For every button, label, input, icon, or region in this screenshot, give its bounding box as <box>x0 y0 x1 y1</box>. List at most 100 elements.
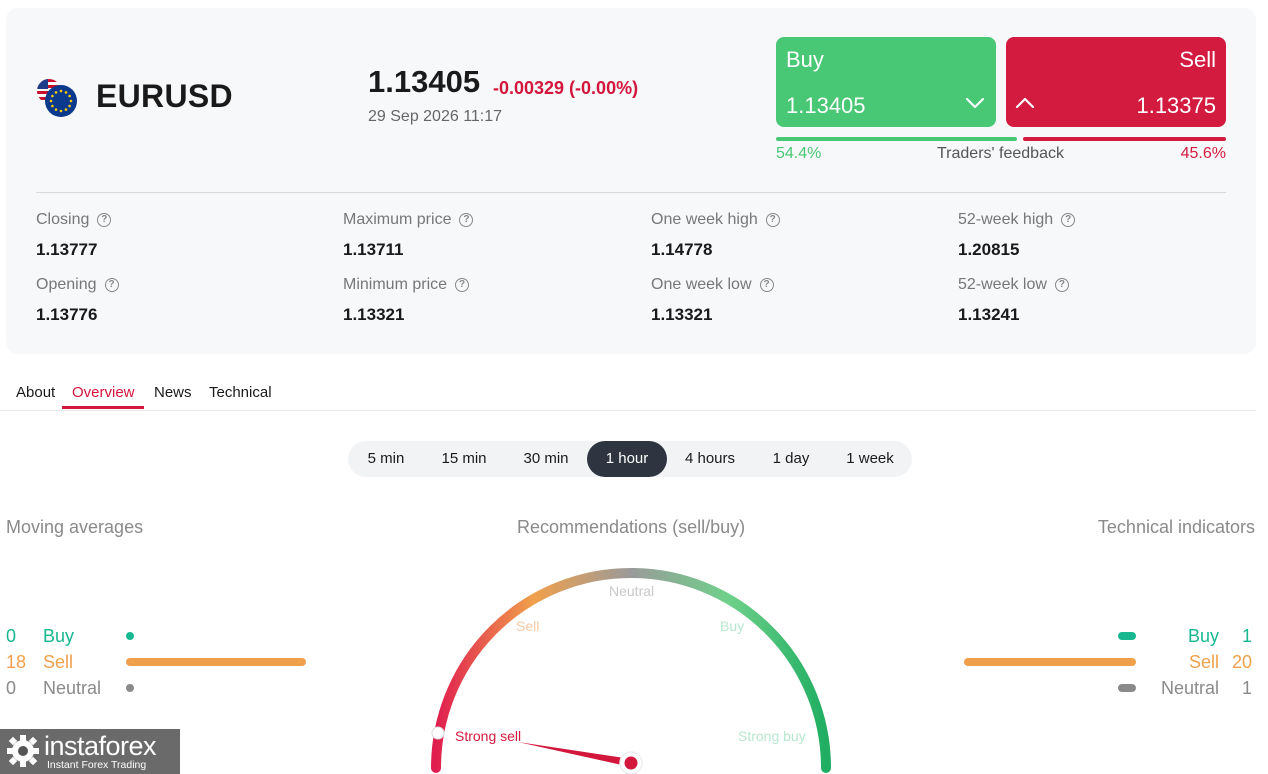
stat-label: Minimum price <box>343 276 448 293</box>
tab-overview[interactable]: Overview <box>72 384 135 401</box>
watermark-tagline: Instant Forex Trading <box>47 759 147 771</box>
technical-indicators-bars <box>964 632 1136 692</box>
stat-value: 1.13321 <box>343 305 405 324</box>
stat-label: 52-week low <box>958 276 1047 293</box>
ma-neutral-count: 0 <box>6 678 17 698</box>
tab-news[interactable]: News <box>154 384 192 401</box>
ti-buy-label: Buy <box>1187 626 1219 646</box>
stat-value: 1.13776 <box>36 305 98 324</box>
ma-sell-label: Sell <box>43 652 74 672</box>
stat-value: 1.13777 <box>36 240 98 259</box>
sell-button-label: Sell <box>1179 47 1216 72</box>
stat-minimum-price: Minimum price? 1.13321 <box>343 276 623 325</box>
feedback-label: Traders' feedback <box>937 145 1064 162</box>
stat-label: Closing <box>36 211 90 228</box>
ma-buy-label: Buy <box>43 626 75 646</box>
ti-buy-bar <box>1118 632 1136 640</box>
ti-neutral-label: Neutral <box>1160 678 1219 698</box>
help-icon[interactable]: ? <box>759 278 774 292</box>
stat-label: One week high <box>651 211 758 228</box>
gear-logo-icon <box>7 735 39 767</box>
ti-neutral-count: 1 <box>1241 678 1252 698</box>
stat-one-week-high: One week high? 1.14778 <box>651 211 931 260</box>
stat-value: 1.13711 <box>343 240 404 259</box>
sell-button[interactable]: Sell 1.13375 <box>1006 37 1226 127</box>
stat-52-week-low: 52-week low? 1.13241 <box>958 276 1238 325</box>
ti-sell-count: 20 <box>1231 652 1252 672</box>
help-icon[interactable]: ? <box>97 213 112 227</box>
ti-sell-label: Sell <box>1188 652 1219 672</box>
stat-value: 1.14778 <box>651 240 713 259</box>
section-tabs: About Overview News Technical <box>0 376 1256 411</box>
moving-averages-bars <box>126 632 306 692</box>
card-divider <box>36 192 1226 193</box>
period-selector: 5 min 15 min 30 min 1 hour 4 hours 1 day… <box>348 441 912 477</box>
stat-value: 1.13241 <box>958 305 1020 324</box>
period-4-hours[interactable]: 4 hours <box>674 441 746 477</box>
ma-neutral-label: Neutral <box>43 678 102 698</box>
instaforex-watermark: instaforex Instant Forex Trading <box>0 729 180 774</box>
help-icon[interactable]: ? <box>1061 213 1076 227</box>
buy-button[interactable]: Buy 1.13405 <box>776 37 996 127</box>
feedback-buy-percent: 54.4% <box>776 145 822 162</box>
ma-sell-count: 18 <box>6 652 27 672</box>
stat-closing: Closing? 1.13777 <box>36 211 316 260</box>
stat-label: Maximum price <box>343 211 452 228</box>
sell-price: 1.13375 <box>1136 93 1216 118</box>
help-icon[interactable]: ? <box>459 213 474 227</box>
stat-maximum-price: Maximum price? 1.13711 <box>343 211 623 260</box>
chevron-up-icon <box>1015 97 1035 109</box>
watermark-name: instaforex <box>44 731 157 761</box>
price-change: -0.00329 (-0.00%) <box>493 78 639 98</box>
stat-label: Opening <box>36 276 97 293</box>
feedback-buy-bar <box>776 137 1017 141</box>
stat-label: One week low <box>651 276 752 293</box>
current-price: 1.13405 <box>368 64 481 99</box>
gauge-label-strong-sell: Strong sell <box>455 728 521 744</box>
stat-label: 52-week high <box>958 211 1054 228</box>
ti-buy-count: 1 <box>1241 626 1252 646</box>
price-timestamp: 29 Sep 2026 11:17 <box>368 108 503 125</box>
gauge-label-neutral: Neutral <box>609 583 654 599</box>
ti-neutral-bar <box>1118 684 1136 692</box>
ti-sell-bar <box>964 658 1136 666</box>
ma-buy-count: 0 <box>6 626 17 646</box>
period-1-hour[interactable]: 1 hour <box>587 441 667 477</box>
period-5-min[interactable]: 5 min <box>356 441 416 477</box>
gauge-needle <box>518 742 631 767</box>
instrument-symbol: EURUSD <box>96 78 233 114</box>
moving-averages-title: Moving averages <box>6 517 144 537</box>
gauge-hub-dot <box>624 756 638 770</box>
recommendation-gauge: Neutral Sell Buy Strong sell Strong buy <box>431 568 831 774</box>
period-1-week[interactable]: 1 week <box>836 441 904 477</box>
tab-about[interactable]: About <box>16 384 55 401</box>
active-tab-indicator <box>62 406 144 409</box>
ma-sell-bar <box>126 658 306 666</box>
feedback-sell-bar <box>1023 137 1226 141</box>
stat-value: 1.20815 <box>958 240 1020 259</box>
period-1-day[interactable]: 1 day <box>760 441 822 477</box>
gauge-label-strong-buy: Strong buy <box>738 728 806 744</box>
help-icon[interactable]: ? <box>765 213 780 227</box>
eu-us-flag-icon <box>37 79 77 117</box>
stat-value: 1.13321 <box>651 305 713 324</box>
buy-price: 1.13405 <box>786 93 866 118</box>
ma-buy-bar <box>126 632 134 640</box>
stat-52-week-high: 52-week high? 1.20815 <box>958 211 1238 260</box>
gauge-marker <box>431 726 445 740</box>
chevron-down-icon <box>965 97 985 109</box>
help-icon[interactable]: ? <box>104 278 119 292</box>
period-15-min[interactable]: 15 min <box>428 441 500 477</box>
help-icon[interactable]: ? <box>455 278 470 292</box>
feedback-sell-percent: 45.6% <box>1180 145 1226 162</box>
period-30-min[interactable]: 30 min <box>510 441 582 477</box>
tab-technical[interactable]: Technical <box>209 384 272 401</box>
recommendations-title: Recommendations (sell/buy) <box>517 517 746 537</box>
help-icon[interactable]: ? <box>1054 278 1069 292</box>
gauge-label-buy: Buy <box>720 618 744 634</box>
stat-one-week-low: One week low? 1.13321 <box>651 276 931 325</box>
stat-opening: Opening? 1.13776 <box>36 276 316 325</box>
ma-neutral-bar <box>126 684 134 692</box>
buy-button-label: Buy <box>786 47 824 72</box>
technical-indicators-title: Technical indicators <box>1097 517 1255 537</box>
